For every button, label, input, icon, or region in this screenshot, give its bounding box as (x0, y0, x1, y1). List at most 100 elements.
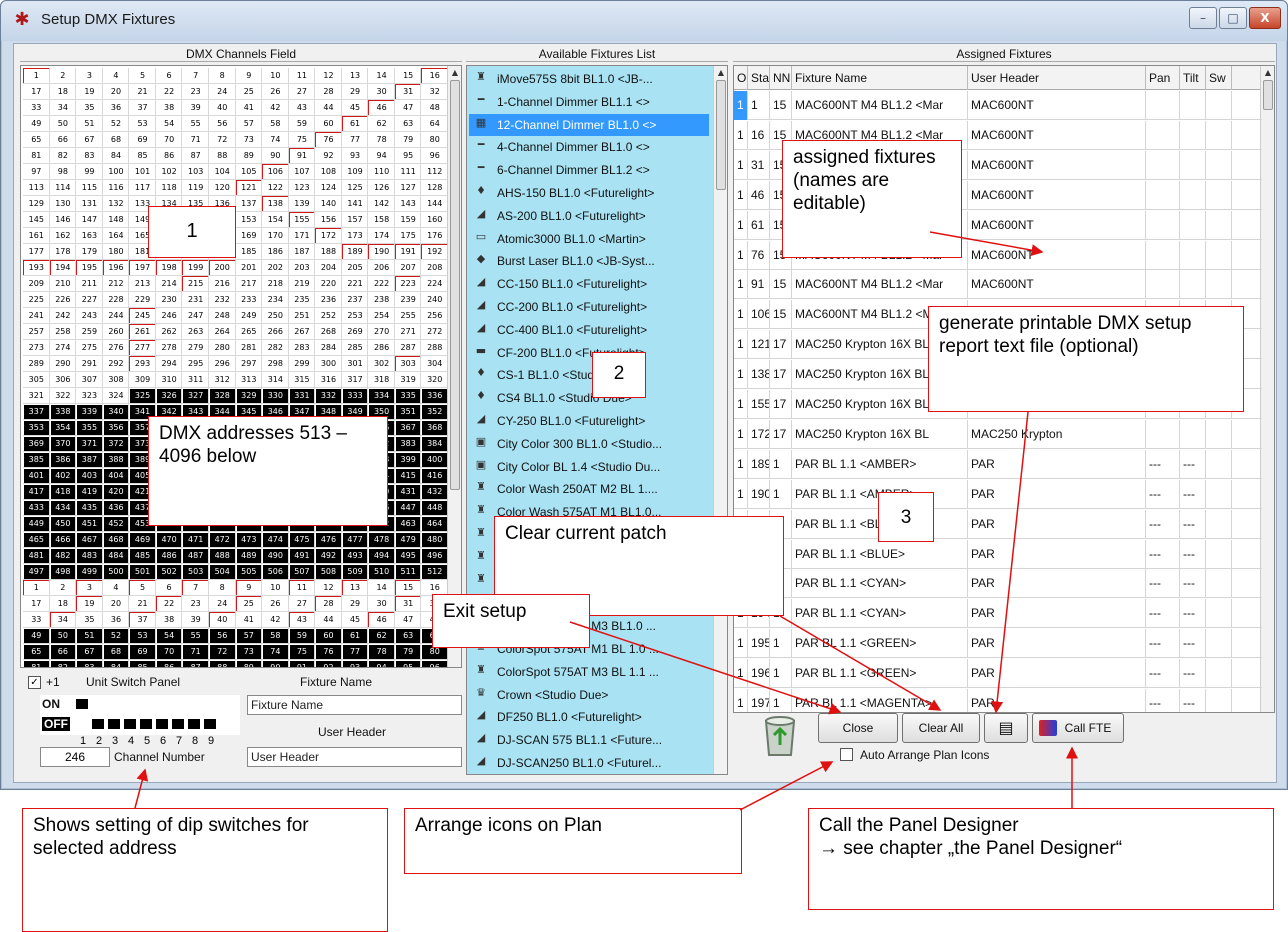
dmx-channel-cell[interactable]: 119 (181, 179, 210, 197)
dmx-channel-cell[interactable]: 400 (420, 451, 448, 469)
dmx-channel-cell[interactable]: 319 (393, 371, 423, 389)
dmx-channel-cell[interactable]: 144 (420, 195, 448, 213)
clear-all-button[interactable]: Clear All (902, 713, 980, 743)
dmx-channel-cell[interactable]: 49 (23, 115, 51, 133)
dmx-channel-cell[interactable]: 44 (314, 611, 343, 629)
dmx-channel-cell[interactable]: 43 (287, 611, 317, 629)
dmx-channel-cell[interactable]: 37 (128, 99, 157, 117)
dmx-channel-cell[interactable]: 506 (261, 563, 290, 581)
dmx-channel-cell[interactable]: 96 (420, 659, 448, 667)
table-row[interactable]: 11931PAR BL 1.1 <CYAN>PAR------ (734, 569, 1262, 599)
dmx-channel-cell[interactable]: 19 (75, 83, 104, 101)
dmx-channel-cell[interactable]: 512 (420, 563, 448, 581)
dmx-channel-cell[interactable]: 291 (75, 355, 104, 373)
dmx-channel-cell[interactable]: 483 (75, 547, 104, 565)
dmx-channel-cell[interactable]: 61 (340, 627, 370, 645)
dmx-channel-cell[interactable]: 218 (261, 275, 290, 293)
dmx-channel-cell[interactable]: 52 (101, 115, 131, 133)
dmx-channel-cell[interactable]: 448 (420, 499, 448, 517)
dmx-channel-cell[interactable]: 238 (367, 291, 396, 309)
dmx-channel-cell[interactable]: 173 (340, 227, 370, 245)
dmx-channel-cell[interactable]: 222 (367, 275, 396, 293)
dmx-channel-cell[interactable]: 81 (23, 147, 51, 165)
dmx-channel-cell[interactable]: 9 (234, 68, 264, 85)
dmx-channel-cell[interactable]: 107 (287, 163, 317, 181)
dmx-channel-cell[interactable]: 207 (393, 259, 423, 277)
dmx-channel-cell[interactable]: 61 (340, 115, 370, 133)
dmx-channel-cell[interactable]: 164 (101, 227, 131, 245)
dmx-channel-cell[interactable]: 23 (181, 595, 210, 613)
dmx-channel-cell[interactable]: 250 (261, 307, 290, 325)
dmx-channel-cell[interactable]: 253 (340, 307, 370, 325)
dmx-channel-cell[interactable]: 74 (261, 643, 290, 661)
dmx-channel-cell[interactable]: 34 (48, 611, 78, 629)
dmx-channel-cell[interactable]: 354 (48, 419, 78, 437)
dmx-channel-cell[interactable]: 492 (314, 547, 343, 565)
dmx-channel-cell[interactable]: 225 (23, 291, 51, 309)
fixture-list-item[interactable]: ▣ City Color BL 1.4 <Studio Du... (469, 456, 709, 478)
dmx-channel-cell[interactable]: 84 (101, 659, 131, 667)
dmx-channel-cell[interactable]: 213 (128, 275, 157, 293)
dmx-channel-cell[interactable]: 463 (393, 515, 423, 533)
table-cell[interactable]: PAR BL 1.1 <BLUE> (792, 539, 968, 569)
dmx-channel-cell[interactable]: 81 (23, 659, 51, 667)
table-cell[interactable]: MAC600NT (968, 240, 1146, 270)
dmx-channel-cell[interactable]: 237 (340, 291, 370, 309)
dmx-channel-cell[interactable]: 352 (420, 403, 448, 421)
dmx-channel-cell[interactable]: 3 (75, 579, 104, 597)
dmx-channel-cell[interactable]: 195 (75, 259, 104, 277)
dmx-channel-cell[interactable]: 265 (234, 323, 264, 341)
fixture-list-item[interactable]: ♦ CS4 BL1.0 <Studio Due> (469, 387, 709, 409)
dmx-channel-cell[interactable]: 17 (23, 83, 51, 101)
dmx-channel-cell[interactable]: 73 (234, 131, 264, 149)
dmx-channel-cell[interactable]: 88 (207, 659, 237, 667)
dmx-channel-cell[interactable]: 115 (75, 179, 104, 197)
dmx-channel-cell[interactable]: 293 (128, 355, 157, 373)
fixture-list-item[interactable]: ◢ AS-200 BL1.0 <Futurelight> (469, 205, 709, 227)
dmx-channel-cell[interactable]: 331 (287, 387, 317, 405)
dmx-channel-cell[interactable]: 214 (154, 275, 184, 293)
dmx-channel-cell[interactable]: 251 (287, 307, 317, 325)
dmx-channel-cell[interactable]: 465 (23, 531, 51, 549)
table-cell[interactable]: MAC600NT (968, 210, 1146, 240)
dmx-channel-cell[interactable]: 324 (101, 387, 131, 405)
dmx-channel-cell[interactable]: 297 (234, 355, 264, 373)
dmx-channel-cell[interactable]: 450 (48, 515, 78, 533)
dmx-channel-cell[interactable]: 208 (420, 259, 448, 277)
dmx-channel-cell[interactable]: 45 (340, 99, 370, 117)
dmx-channel-cell[interactable]: 286 (367, 339, 396, 357)
dmx-channel-cell[interactable]: 271 (393, 323, 423, 341)
dmx-channel-cell[interactable]: 224 (420, 275, 448, 293)
table-cell[interactable]: PAR (968, 569, 1146, 599)
fixture-list-item[interactable]: ♦ AHS-150 BL1.0 <Futurelight> (469, 182, 709, 204)
dmx-channel-cell[interactable]: 94 (367, 147, 396, 165)
dmx-channel-cell[interactable]: 185 (234, 243, 264, 261)
dmx-channel-cell[interactable]: 234 (261, 291, 290, 309)
column-header[interactable]: Sta (748, 66, 770, 90)
dmx-channel-cell[interactable]: 59 (287, 115, 317, 133)
dmx-channel-cell[interactable]: 302 (367, 355, 396, 373)
dmx-channel-cell[interactable]: 163 (75, 227, 104, 245)
table-cell[interactable]: MAC600NT (968, 180, 1146, 210)
dmx-channel-cell[interactable]: 264 (207, 323, 237, 341)
dmx-channel-cell[interactable]: 272 (420, 323, 448, 341)
dmx-channel-cell[interactable]: 74 (261, 131, 290, 149)
dmx-channel-cell[interactable]: 316 (314, 371, 343, 389)
dmx-channel-cell[interactable]: 77 (340, 643, 370, 661)
dmx-channel-cell[interactable]: 42 (261, 611, 290, 629)
dmx-channel-cell[interactable]: 92 (314, 147, 343, 165)
dmx-channel-cell[interactable]: 193 (23, 259, 51, 277)
dmx-channel-cell[interactable]: 79 (393, 643, 423, 661)
dmx-channel-cell[interactable]: 387 (75, 451, 104, 469)
dmx-channel-cell[interactable]: 420 (101, 483, 131, 501)
dmx-channel-cell[interactable]: 19 (75, 595, 104, 613)
dmx-channel-cell[interactable]: 96 (420, 147, 448, 165)
dmx-channel-cell[interactable]: 488 (207, 547, 237, 565)
dmx-channel-cell[interactable]: 159 (393, 211, 423, 229)
dmx-channel-cell[interactable]: 274 (48, 339, 78, 357)
dmx-channel-cell[interactable]: 120 (207, 179, 237, 197)
dmx-channel-cell[interactable]: 245 (128, 307, 157, 325)
dmx-channel-cell[interactable]: 26 (261, 595, 290, 613)
dmx-channel-cell[interactable]: 40 (207, 99, 237, 117)
dmx-channel-cell[interactable]: 54 (154, 115, 184, 133)
